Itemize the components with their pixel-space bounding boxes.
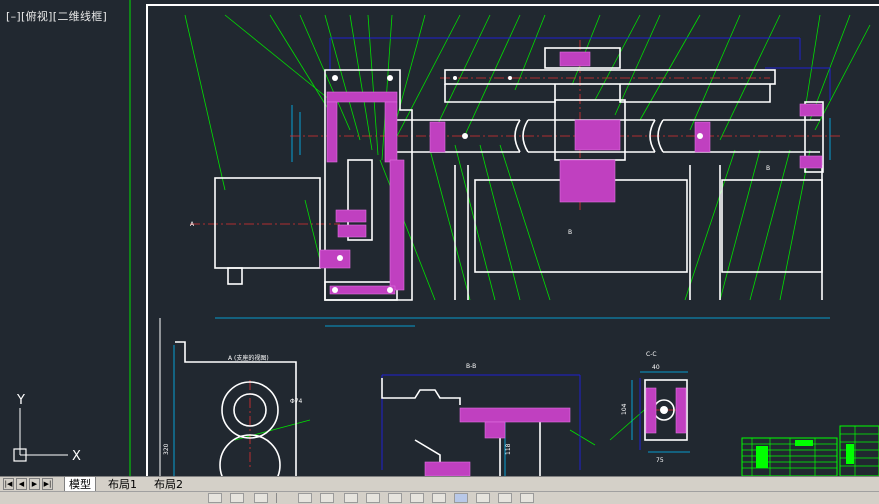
tab-layout1[interactable]: 布局1 bbox=[104, 477, 141, 492]
grid-icon[interactable] bbox=[230, 493, 244, 503]
selection-cycle-icon[interactable] bbox=[476, 493, 490, 503]
prev-tab-icon[interactable]: ◀ bbox=[16, 478, 27, 490]
ortho-icon[interactable] bbox=[254, 493, 268, 503]
lineweight-icon[interactable] bbox=[410, 493, 424, 503]
view-a-title: A (支座的视图) bbox=[228, 354, 269, 362]
tab-layout2[interactable]: 布局2 bbox=[150, 477, 187, 492]
section-bb-title: B-B bbox=[466, 363, 476, 370]
hatched-sections bbox=[319, 51, 823, 476]
height-dimension-a: 320 bbox=[163, 443, 170, 455]
ucs-icon bbox=[13, 408, 68, 462]
height-dimension-cc: 104 bbox=[621, 403, 628, 415]
polar-icon[interactable] bbox=[298, 493, 312, 503]
diameter-dimension: Φ74 bbox=[290, 398, 303, 405]
next-tab-icon[interactable]: ▶ bbox=[29, 478, 40, 490]
width-dimension-bottom: 75 bbox=[656, 457, 664, 464]
first-tab-icon[interactable]: |◀ bbox=[3, 478, 14, 490]
title-block bbox=[741, 425, 879, 476]
otrack-icon[interactable] bbox=[344, 493, 358, 503]
drawing-frame bbox=[146, 4, 879, 476]
ucs-y-label: Y bbox=[16, 393, 25, 408]
drawing-viewport[interactable]: A (支座的视图) B-B C-C A B B Φ74 40 75 104 11… bbox=[0, 0, 879, 476]
snap-icon[interactable] bbox=[208, 493, 222, 503]
drawing-canvas[interactable]: A (支座的视图) B-B C-C A B B Φ74 40 75 104 11… bbox=[0, 0, 879, 476]
transparency-icon[interactable] bbox=[432, 493, 446, 503]
ucs-x-label: X bbox=[72, 449, 81, 464]
quickprops-icon[interactable] bbox=[454, 493, 468, 503]
view-b-arrow-label: B bbox=[568, 229, 572, 236]
width-dimension-top: 40 bbox=[652, 364, 660, 371]
view-b-arrow-label-right: B bbox=[766, 165, 770, 172]
layout-tab-bar: |◀ ◀ ▶ ▶| 模型 布局1 布局2 bbox=[0, 476, 879, 492]
osnap-icon[interactable] bbox=[320, 493, 334, 503]
annotation-monitor-icon[interactable] bbox=[498, 493, 512, 503]
last-tab-icon[interactable]: ▶| bbox=[42, 478, 53, 490]
dyn-icon[interactable] bbox=[388, 493, 402, 503]
view-a-arrow-label: A bbox=[190, 221, 195, 228]
tab-model[interactable]: 模型 bbox=[64, 477, 96, 492]
leader-lines bbox=[184, 14, 871, 446]
units-icon[interactable] bbox=[520, 493, 534, 503]
height-dimension-bb: 118 bbox=[505, 443, 512, 455]
section-cc-title: C-C bbox=[646, 351, 657, 358]
ducs-icon[interactable] bbox=[366, 493, 380, 503]
centerlines bbox=[190, 40, 840, 470]
status-toolbar bbox=[0, 491, 879, 504]
viewport-controls-label[interactable]: [–][俯视][二维线框] bbox=[6, 8, 107, 24]
